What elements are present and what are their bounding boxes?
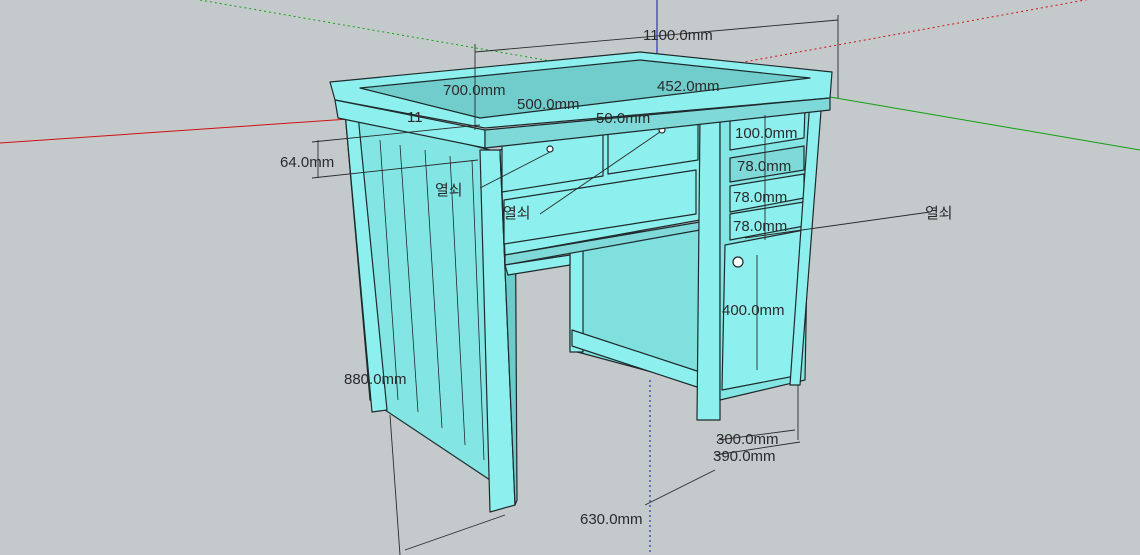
dim-width-total: 1100.0mm: [643, 27, 713, 44]
dim-drawer-3: 78.0mm: [733, 218, 787, 235]
dim-rail-height: 64.0mm: [280, 154, 334, 171]
green-axis: [829, 96, 1140, 151]
callout-key-door: 열쇠: [925, 204, 953, 222]
dim-knee-space: 630.0mm: [580, 511, 643, 528]
modeling-viewport[interactable]: 1100.0mm 700.0mm 500.0mm 452.0mm 50.0mm …: [0, 0, 1140, 555]
dim-top-drawer: 100.0mm: [735, 125, 798, 142]
keyhole-left: [546, 145, 554, 153]
dim-drawer-1: 78.0mm: [737, 158, 791, 175]
dim-height-total: 880.0mm: [344, 371, 407, 388]
dim-side-cabinet: 452.0mm: [657, 78, 720, 95]
dim-drawer-2: 78.0mm: [733, 189, 787, 206]
dim-depth-top: 700.0mm: [443, 82, 506, 99]
dim-small-gap: 50.0mm: [596, 110, 650, 127]
dim-drawer-section: 500.0mm: [517, 96, 580, 113]
door-knob: [732, 256, 744, 268]
dim-door: 400.0mm: [722, 302, 785, 319]
dim-leg-depth: 300.0mm: [716, 431, 779, 448]
dim-partial-11: 11: [407, 109, 423, 126]
right-front-leg: [696, 115, 721, 421]
callout-key-center: 열쇠: [503, 204, 531, 222]
callout-key-left: 열쇠: [435, 181, 463, 199]
dim-cabinet-depth: 390.0mm: [713, 448, 776, 465]
desk-model-canvas[interactable]: 1100.0mm 700.0mm 500.0mm 452.0mm 50.0mm …: [0, 0, 1140, 555]
